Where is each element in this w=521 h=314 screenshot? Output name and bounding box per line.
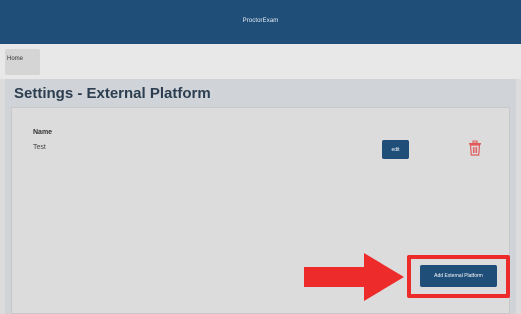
nav-bar: Home: [0, 44, 521, 79]
right-arrow-icon: [304, 253, 404, 301]
page-title: Settings - External Platform: [14, 85, 211, 102]
edit-button[interactable]: edit: [382, 140, 409, 159]
add-external-platform-label[interactable]: Add External Platform: [420, 273, 497, 279]
top-bar: ProctorExam: [0, 0, 521, 44]
home-label[interactable]: Home: [7, 56, 23, 62]
home-tab[interactable]: [5, 49, 40, 75]
add-external-platform-button[interactable]: Add External Platform: [420, 265, 497, 287]
edit-label[interactable]: edit: [382, 147, 409, 153]
app-title: ProctorExam: [242, 18, 279, 24]
platform-name: Test: [33, 144, 46, 151]
trash-icon[interactable]: [468, 140, 482, 156]
name-column-header: Name: [33, 129, 53, 136]
